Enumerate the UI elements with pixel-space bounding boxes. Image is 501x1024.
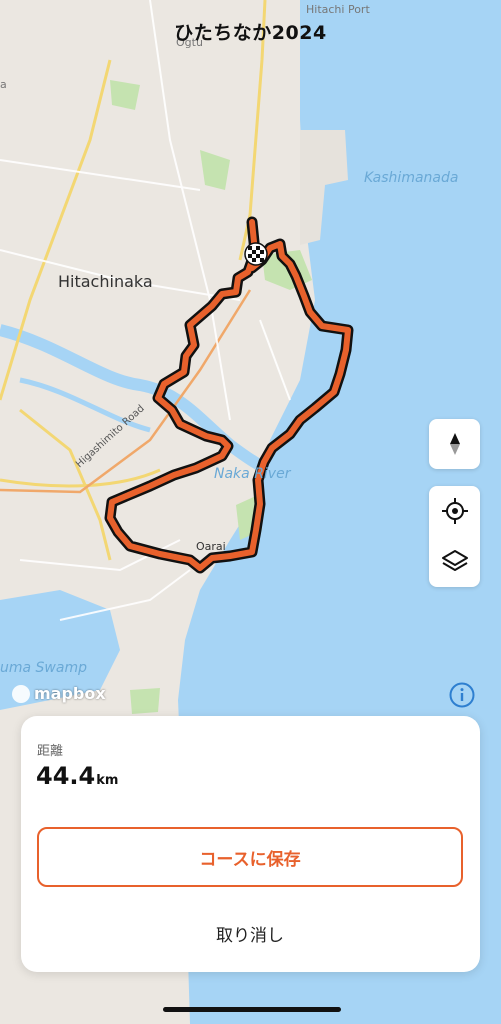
locate-button[interactable] — [429, 486, 480, 536]
locate-icon — [441, 498, 468, 524]
map-label-hitachi-port: Hitachi Port — [306, 3, 370, 16]
park — [130, 688, 160, 714]
layers-icon — [441, 550, 468, 571]
distance-unit: km — [96, 773, 119, 788]
cancel-button[interactable]: 取り消し — [37, 912, 463, 954]
distance-label: 距離 — [37, 744, 64, 759]
page-title: ひたちなか2024 — [174, 22, 327, 44]
map-label-naka-river: Naka River — [214, 466, 291, 482]
compass-button[interactable] — [429, 419, 480, 469]
route-summary-sheet: 距離 44.4km コースに保存 取り消し — [21, 716, 480, 972]
finish-flag-icon — [244, 242, 268, 266]
map-control-group — [429, 486, 480, 587]
distance-value: 44.4 — [36, 762, 96, 790]
park — [110, 80, 140, 110]
layers-button[interactable] — [429, 536, 480, 586]
distance-value-row: 44.4km — [36, 762, 118, 790]
map-label-fragment: a — [0, 78, 7, 91]
map-label-oarai: Oarai — [196, 540, 226, 553]
map-label-swamp: uma Swamp — [0, 660, 87, 676]
map-label-kashimanada: Kashimanada — [364, 170, 459, 186]
info-icon[interactable] — [449, 682, 475, 708]
compass-icon — [429, 419, 480, 469]
home-indicator[interactable] — [163, 1007, 341, 1012]
map-label-hitachinaka: Hitachinaka — [58, 272, 153, 291]
save-course-button[interactable]: コースに保存 — [37, 827, 463, 887]
mapbox-logo: mapbox — [12, 684, 106, 703]
mapbox-logo-icon — [12, 684, 30, 703]
mapbox-logo-text: mapbox — [34, 684, 106, 703]
